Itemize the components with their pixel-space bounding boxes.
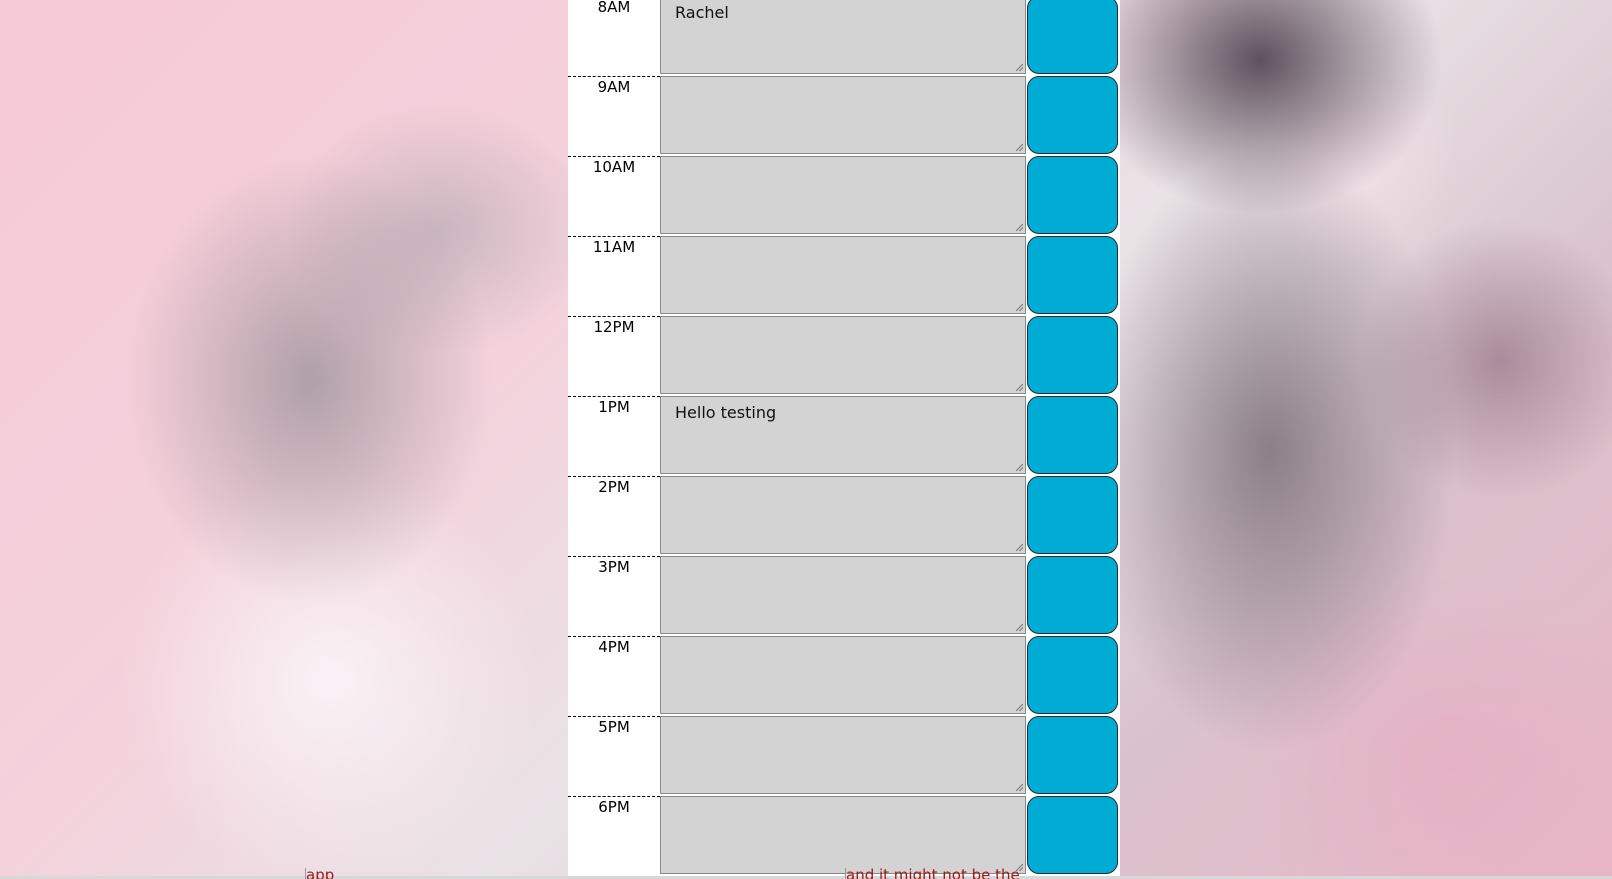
save-button[interactable] — [1027, 156, 1118, 234]
event-textarea[interactable] — [660, 636, 1026, 714]
event-textarea[interactable] — [660, 476, 1026, 554]
save-button[interactable] — [1027, 716, 1118, 794]
time-block-row: 6PM — [568, 796, 1120, 876]
hour-label: 4PM — [568, 636, 660, 715]
event-textarea[interactable] — [660, 316, 1026, 394]
save-button[interactable] — [1027, 396, 1118, 474]
partial-footer-text: and it might not be the — [845, 868, 1036, 879]
event-textarea[interactable]: Hello testing — [660, 396, 1026, 474]
hour-label: 8AM — [568, 0, 660, 75]
save-button[interactable] — [1027, 636, 1118, 714]
time-block-row: 5PM — [568, 716, 1120, 796]
time-block-row: 2PM — [568, 476, 1120, 556]
hour-label: 5PM — [568, 716, 660, 795]
time-block-row: 8AM Rachel — [568, 0, 1120, 76]
event-textarea[interactable] — [660, 236, 1026, 314]
time-block-row: 1PM Hello testing — [568, 396, 1120, 476]
save-button[interactable] — [1027, 236, 1118, 314]
save-button[interactable] — [1027, 476, 1118, 554]
hour-label: 6PM — [568, 796, 660, 875]
event-textarea[interactable]: Rachel — [660, 0, 1026, 74]
event-textarea[interactable] — [660, 556, 1026, 634]
save-button[interactable] — [1027, 76, 1118, 154]
save-button[interactable] — [1027, 556, 1118, 634]
event-textarea[interactable] — [660, 796, 1026, 874]
save-button[interactable] — [1027, 316, 1118, 394]
event-textarea[interactable] — [660, 76, 1026, 154]
hour-label: 2PM — [568, 476, 660, 555]
event-textarea[interactable] — [660, 156, 1026, 234]
save-button[interactable] — [1027, 796, 1118, 874]
planner-container: 8AM Rachel 9AM 10AM 11AM 12PM 1PM Hello … — [568, 0, 1120, 879]
partial-footer-text: app — [305, 868, 446, 879]
hour-label: 3PM — [568, 556, 660, 635]
hour-label: 11AM — [568, 236, 660, 315]
hour-label: 1PM — [568, 396, 660, 475]
hour-label: 10AM — [568, 156, 660, 235]
time-block-row: 9AM — [568, 76, 1120, 156]
time-block-row: 11AM — [568, 236, 1120, 316]
time-block-row: 10AM — [568, 156, 1120, 236]
time-block-row: 4PM — [568, 636, 1120, 716]
save-button[interactable] — [1027, 0, 1118, 74]
time-block-row: 3PM — [568, 556, 1120, 636]
hour-label: 9AM — [568, 76, 660, 155]
hour-label: 12PM — [568, 316, 660, 395]
event-textarea[interactable] — [660, 716, 1026, 794]
time-block-row: 12PM — [568, 316, 1120, 396]
